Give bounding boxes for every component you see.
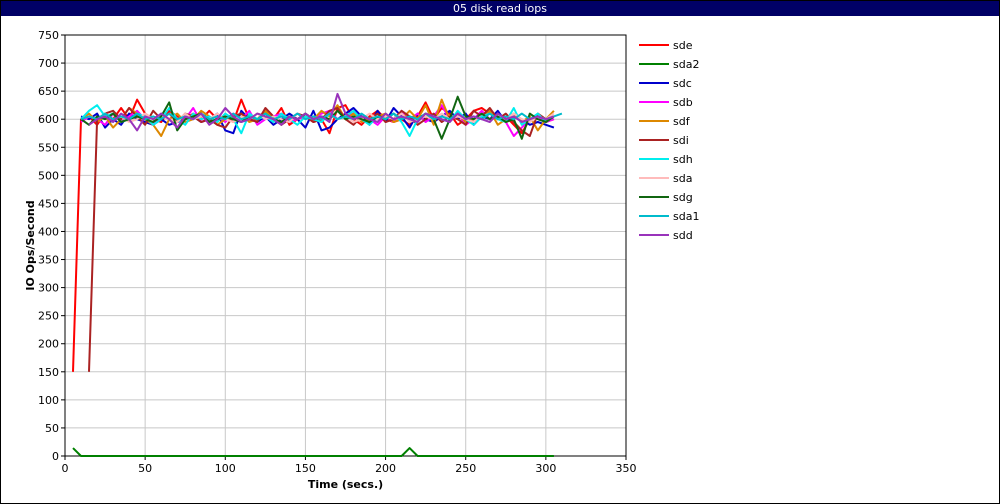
legend-label-sde: sde xyxy=(673,39,693,52)
y-tick-label: 50 xyxy=(45,422,59,435)
y-tick-label: 600 xyxy=(38,113,59,126)
legend-label-sdc: sdc xyxy=(673,77,692,90)
y-tick-label: 250 xyxy=(38,310,59,323)
y-tick-label: 150 xyxy=(38,366,59,379)
legend-label-sdh: sdh xyxy=(673,153,693,166)
y-axis-label: IO Ops/Second xyxy=(24,200,37,290)
x-tick-label: 150 xyxy=(295,462,316,475)
x-tick-label: 250 xyxy=(455,462,476,475)
chart-window: 05 disk read iops 0 50 100 150 200 250 300 350 4… xyxy=(0,0,1000,504)
legend-label-sda1: sda1 xyxy=(673,210,699,223)
legend-label-sdg: sdg xyxy=(673,191,693,204)
line-chart: 0501001502002503003504004505005506006507… xyxy=(24,29,699,491)
x-axis-label: Time (secs.) xyxy=(308,478,383,491)
y-tick-label: 200 xyxy=(38,338,59,351)
x-tick-label: 200 xyxy=(375,462,396,475)
legend-label-sdd: sdd xyxy=(673,229,693,242)
y-tick-label: 500 xyxy=(38,169,59,182)
x-tick-label: 100 xyxy=(215,462,236,475)
y-tick-label: 700 xyxy=(38,57,59,70)
legend-label-sdi: sdi xyxy=(673,134,689,147)
x-tick-label: 300 xyxy=(535,462,556,475)
y-tick-label: 450 xyxy=(38,197,59,210)
legend-label-sdf: sdf xyxy=(673,115,691,128)
plot-area-frame xyxy=(64,34,627,457)
y-tick-label: 550 xyxy=(38,141,59,154)
legend-label-sda2: sda2 xyxy=(673,58,699,71)
x-tick-label: 50 xyxy=(138,462,152,475)
y-tick-label: 100 xyxy=(38,394,59,407)
y-tick-label: 300 xyxy=(38,282,59,295)
legend-label-sdb: sdb xyxy=(673,96,693,109)
y-tick-label: 0 xyxy=(52,450,59,463)
y-tick-label: 400 xyxy=(38,225,59,238)
y-tick-label: 350 xyxy=(38,254,59,267)
x-tick-label: 0 xyxy=(62,462,69,475)
x-tick-label: 350 xyxy=(616,462,637,475)
y-tick-label: 650 xyxy=(38,85,59,98)
legend-label-sda: sda xyxy=(673,172,692,185)
y-tick-label: 750 xyxy=(38,29,59,42)
